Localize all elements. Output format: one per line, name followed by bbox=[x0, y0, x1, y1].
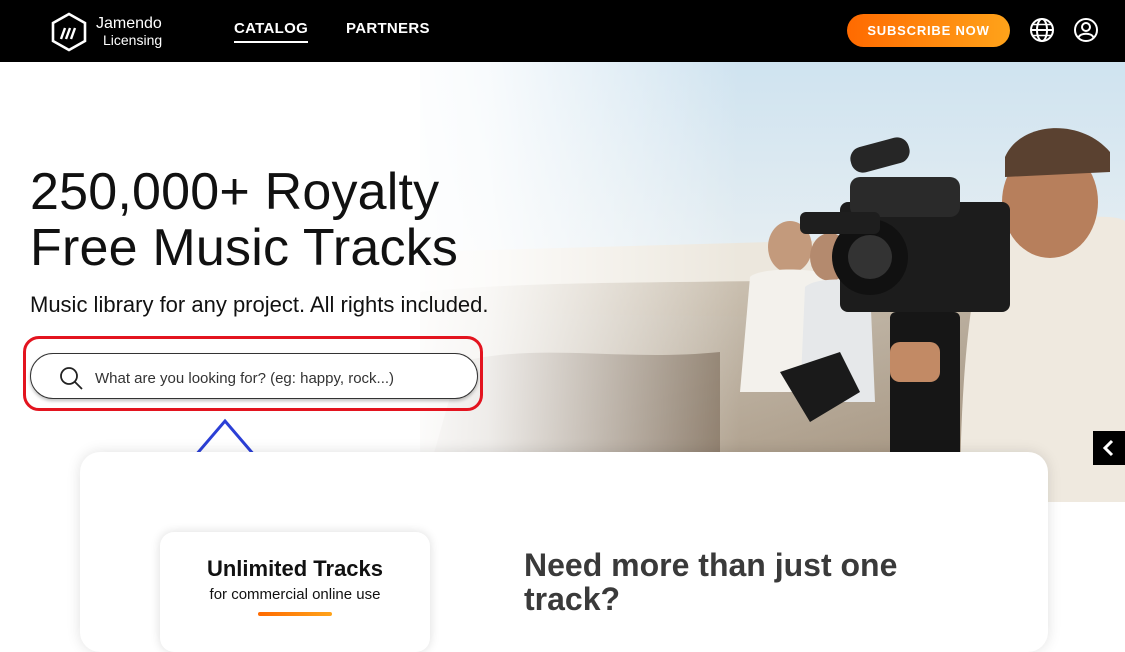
hero-headline: 250,000+ Royalty Free Music Tracks bbox=[30, 163, 459, 277]
section-heading: Need more than just one track? bbox=[524, 547, 898, 617]
subscribe-now-button[interactable]: SUBSCRIBE NOW bbox=[847, 14, 1010, 47]
nav-partners[interactable]: PARTNERS bbox=[346, 20, 430, 37]
user-account-icon[interactable] bbox=[1073, 17, 1099, 43]
brand-line-1: Jamendo bbox=[96, 15, 162, 32]
jamendo-logo-icon bbox=[51, 12, 87, 52]
search-icon[interactable] bbox=[59, 366, 83, 390]
unlimited-tracks-plan-card[interactable]: Unlimited Tracks for commercial online u… bbox=[160, 532, 430, 652]
top-navbar: Jamendo Licensing CATALOG PARTNERS SUBSC… bbox=[0, 0, 1125, 62]
brand-line-2: Licensing bbox=[103, 32, 163, 48]
plan-title: Unlimited Tracks bbox=[206, 556, 384, 581]
plan-accent-bar bbox=[258, 612, 332, 616]
brand-name: Jamendo Licensing bbox=[96, 15, 162, 49]
plan-subtitle: for commercial online use bbox=[209, 586, 381, 603]
search-bar[interactable] bbox=[30, 353, 478, 399]
chevron-left-icon bbox=[1102, 439, 1114, 457]
jamendo-licensing-logo[interactable]: Jamendo Licensing bbox=[50, 12, 190, 52]
globe-icon[interactable] bbox=[1029, 17, 1055, 43]
search-input[interactable] bbox=[93, 362, 467, 394]
hero-subheadline: Music library for any project. All right… bbox=[30, 292, 489, 317]
nav-catalog[interactable]: CATALOG bbox=[234, 20, 309, 43]
slider-prev-button[interactable] bbox=[1093, 431, 1125, 465]
hero-image-fade bbox=[380, 62, 740, 502]
